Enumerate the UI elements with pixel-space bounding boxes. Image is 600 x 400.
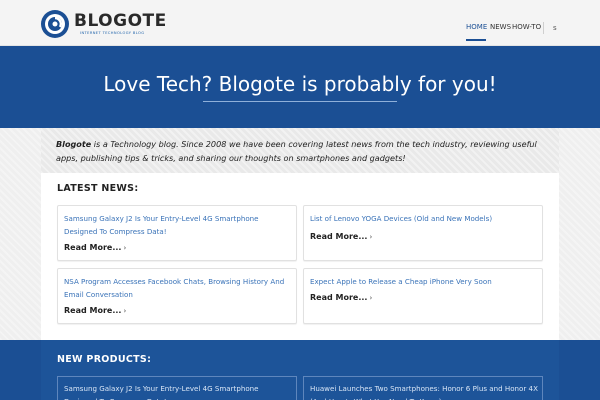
product-card-title[interactable]: Huawei Launches Two Smartphones: Honor 6… <box>310 383 538 400</box>
new-products-heading: NEW PRODUCTS: <box>57 354 152 365</box>
news-card-title[interactable]: Expect Apple to Release a Cheap iPhone V… <box>310 276 538 289</box>
read-more-link[interactable]: Read More... › <box>310 293 372 302</box>
intro-box: Blogote is a Technology blog. Since 2008… <box>41 128 559 173</box>
latest-news-heading: LATEST NEWS: <box>57 183 139 194</box>
news-card-title[interactable]: List of Lenovo YOGA Devices (Old and New… <box>310 213 538 226</box>
chevron-right-icon: › <box>123 307 127 315</box>
news-card-title[interactable]: Samsung Galaxy J2 Is Your Entry-Level 4G… <box>64 213 292 238</box>
product-card-title[interactable]: Samsung Galaxy J2 Is Your Entry-Level 4G… <box>64 383 292 400</box>
product-card: Samsung Galaxy J2 Is Your Entry-Level 4G… <box>57 376 297 400</box>
new-products-section: NEW PRODUCTS: Samsung Galaxy J2 Is Your … <box>0 340 600 400</box>
read-more-label: Read More... <box>64 243 122 252</box>
nav-how-to[interactable]: HOW-TO <box>512 23 541 31</box>
news-card: Samsung Galaxy J2 Is Your Entry-Level 4G… <box>57 205 297 261</box>
intro-brand: Blogote <box>56 139 92 149</box>
read-more-label: Read More... <box>64 306 122 315</box>
intro-body: is a Technology blog. Since 2008 we have… <box>56 139 537 163</box>
logo-tagline: INTERNET TECHNOLOGY BLOG <box>80 31 145 35</box>
read-more-label: Read More... <box>310 293 368 302</box>
hero-divider <box>203 101 397 102</box>
site-logo[interactable]: BLOGOTE INTERNET TECHNOLOGY BLOG <box>40 9 166 39</box>
news-card: NSA Program Accesses Facebook Chats, Bro… <box>57 268 297 324</box>
chevron-right-icon: › <box>123 244 127 252</box>
site-header: BLOGOTE INTERNET TECHNOLOGY BLOG HOME NE… <box>0 0 600 46</box>
chevron-right-icon: › <box>369 233 373 241</box>
news-card-title[interactable]: NSA Program Accesses Facebook Chats, Bro… <box>64 276 292 301</box>
hero-banner: Love Tech? Blogote is probably for you! <box>0 46 600 128</box>
logo-globe-icon <box>41 10 69 38</box>
read-more-link[interactable]: Read More... › <box>64 306 126 315</box>
news-card: List of Lenovo YOGA Devices (Old and New… <box>303 205 543 261</box>
read-more-label: Read More... <box>310 232 368 241</box>
chevron-right-icon: › <box>369 294 373 302</box>
nav-news[interactable]: NEWS <box>490 23 511 31</box>
hero-title: Love Tech? Blogote is probably for you! <box>103 72 497 96</box>
news-card: Expect Apple to Release a Cheap iPhone V… <box>303 268 543 324</box>
read-more-link[interactable]: Read More... › <box>64 243 126 252</box>
nav-home[interactable]: HOME <box>466 23 487 31</box>
nav-active-indicator <box>466 39 486 41</box>
search-icon[interactable]: s <box>553 24 557 32</box>
nav-divider <box>543 22 544 34</box>
read-more-link[interactable]: Read More... › <box>310 232 372 241</box>
product-card: Huawei Launches Two Smartphones: Honor 6… <box>303 376 543 400</box>
intro-text: Blogote is a Technology blog. Since 2008… <box>56 137 551 165</box>
logo-wordmark: BLOGOTE <box>74 11 167 31</box>
